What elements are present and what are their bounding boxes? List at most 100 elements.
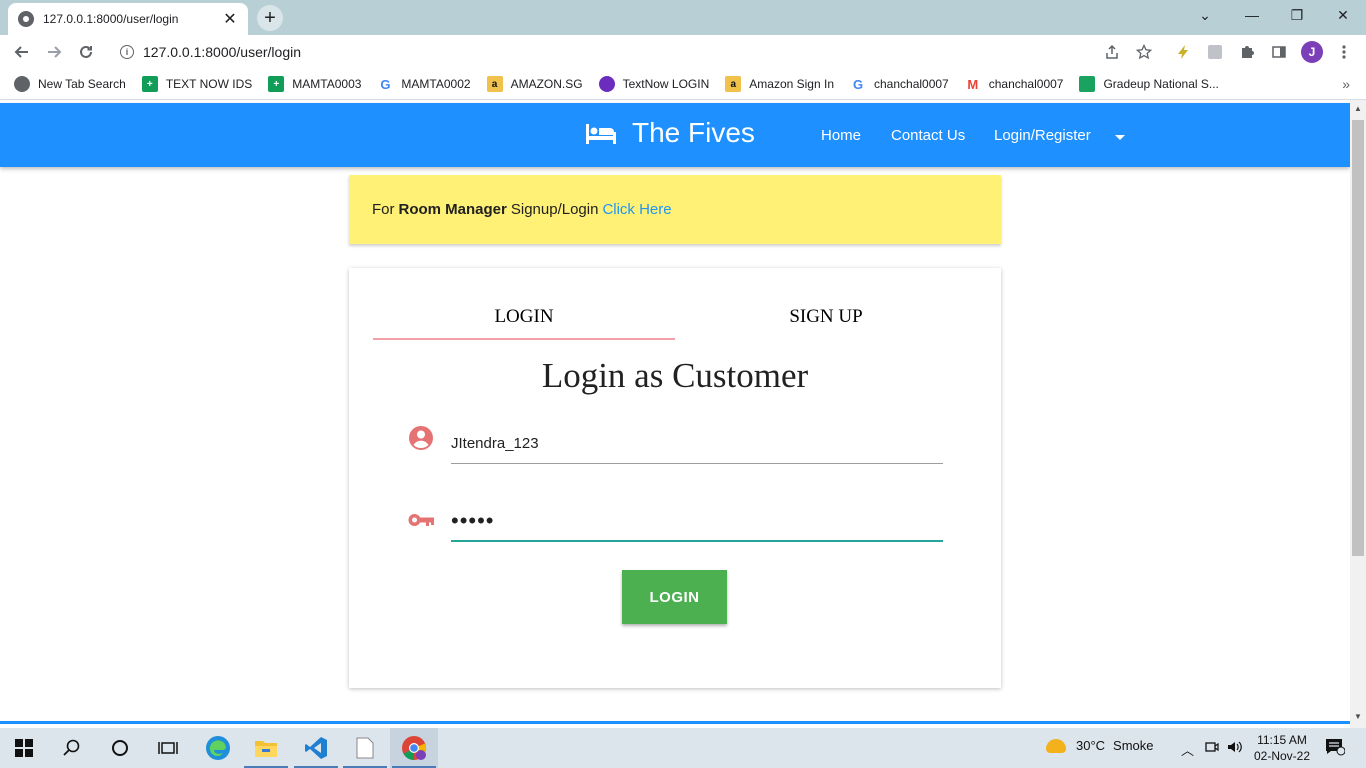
gradeup-icon xyxy=(1079,76,1096,92)
room-manager-notice: For Room Manager Signup/Login Click Here xyxy=(349,175,1001,244)
page-scrollbar[interactable]: ▲ ▼ xyxy=(1350,100,1366,728)
nav-contact-link[interactable]: Contact Us xyxy=(891,127,965,144)
bookmark-item[interactable]: TextNow LOGIN xyxy=(598,76,709,92)
share-icon[interactable] xyxy=(1103,43,1121,61)
search-button[interactable] xyxy=(48,728,96,768)
bookmark-item[interactable]: a Amazon Sign In xyxy=(725,76,834,92)
chrome-icon xyxy=(402,736,426,760)
web-page: The Fives Home Contact Us Login/Register… xyxy=(0,100,1350,724)
bookmark-item[interactable]: a AMAZON.SG xyxy=(486,76,583,92)
edge-app[interactable] xyxy=(194,728,242,768)
login-card: LOGIN SIGN UP Login as Customer LOGIN xyxy=(349,268,1001,688)
browser-toolbar: i 127.0.0.1:8000/user/login xyxy=(0,35,1366,69)
account-circle-icon xyxy=(409,426,433,450)
sheets-icon: + xyxy=(268,76,285,92)
scrollbar-thumb[interactable] xyxy=(1352,120,1364,556)
tab-title: 127.0.0.1:8000/user/login xyxy=(43,12,179,26)
minimize-button[interactable]: — xyxy=(1237,4,1267,26)
extension-bolt-icon[interactable] xyxy=(1174,43,1192,61)
clock-date: 02-Nov-22 xyxy=(1253,749,1311,763)
cortana-button[interactable] xyxy=(96,728,144,768)
page-title: Login as Customer xyxy=(541,356,809,395)
hotel-bed-icon xyxy=(586,124,616,144)
browser-tab[interactable]: 127.0.0.1:8000/user/login ✕ xyxy=(8,3,248,35)
address-bar[interactable]: i 127.0.0.1:8000/user/login xyxy=(108,38,1163,66)
forward-button[interactable] xyxy=(42,40,66,64)
edge-icon xyxy=(206,736,230,760)
close-window-button[interactable]: ✕ xyxy=(1328,4,1358,26)
dropdown-caret-icon[interactable] xyxy=(1115,135,1125,140)
tab-search-icon[interactable]: ⌄ xyxy=(1190,4,1220,26)
arrow-left-icon xyxy=(14,46,28,58)
amazon-icon: a xyxy=(725,76,742,92)
bookmark-item[interactable]: New Tab Search xyxy=(14,76,126,92)
weather-desc: Smoke xyxy=(1113,738,1154,753)
url-text: 127.0.0.1:8000/user/login xyxy=(143,44,302,60)
scroll-down-arrow-icon[interactable]: ▼ xyxy=(1350,712,1366,722)
search-icon xyxy=(63,739,80,756)
vscode-icon xyxy=(305,737,327,759)
extensions-puzzle-icon[interactable] xyxy=(1238,43,1256,61)
textnow-icon xyxy=(598,76,615,92)
tab-login[interactable]: LOGIN xyxy=(373,306,675,328)
globe-icon xyxy=(14,76,30,92)
tab-strip: 127.0.0.1:8000/user/login ✕ + ⌄ — ❐ ✕ xyxy=(0,0,1366,35)
reload-icon xyxy=(80,45,92,58)
notepad-app[interactable] xyxy=(341,728,389,768)
clock-time: 11:15 AM xyxy=(1257,733,1307,747)
bookmark-item[interactable]: + TEXT NOW IDS xyxy=(141,76,252,92)
click-here-link[interactable]: Click Here xyxy=(602,201,671,218)
task-view-icon xyxy=(158,742,178,754)
menu-dots-icon[interactable] xyxy=(1335,43,1353,61)
scroll-up-arrow-icon[interactable]: ▲ xyxy=(1350,104,1366,114)
nav-home-link[interactable]: Home xyxy=(821,127,861,144)
folder-icon xyxy=(255,741,277,757)
windows-taskbar: 30°C Smoke ︿ 11:15 AM 02-Nov-22 xyxy=(0,728,1366,768)
gmail-icon: M xyxy=(967,76,979,92)
volume-icon[interactable] xyxy=(1227,740,1243,757)
restore-button[interactable]: ❐ xyxy=(1282,4,1312,26)
nav-login-register-link[interactable]: Login/Register xyxy=(994,127,1091,144)
side-panel-icon[interactable] xyxy=(1270,43,1288,61)
chevron-up-icon[interactable]: ︿ xyxy=(1181,740,1194,759)
bookmark-item[interactable]: Gradeup National S... xyxy=(1079,76,1219,92)
bookmark-star-icon[interactable] xyxy=(1135,43,1153,61)
bookmarks-overflow-icon[interactable]: » xyxy=(1342,76,1350,92)
bookmark-item[interactable]: G MAMTA0002 xyxy=(377,76,470,92)
info-icon[interactable]: i xyxy=(120,45,134,59)
extension-reader-icon[interactable] xyxy=(1206,43,1224,61)
bookmark-item[interactable]: + MAMTA0003 xyxy=(268,76,361,92)
weather-temp: 30°C xyxy=(1076,738,1106,753)
back-button[interactable] xyxy=(10,40,34,64)
google-icon: G xyxy=(852,76,864,92)
login-button[interactable]: LOGIN xyxy=(622,570,727,624)
brand-logo[interactable]: The Fives xyxy=(586,117,755,149)
weather-widget[interactable]: 30°C Smoke xyxy=(1046,738,1154,753)
password-input[interactable] xyxy=(451,502,943,542)
bookmarks-bar: New Tab Search + TEXT NOW IDS + MAMTA0003 … xyxy=(0,69,1366,100)
new-tab-button[interactable]: + xyxy=(257,5,283,31)
vscode-app[interactable] xyxy=(292,728,340,768)
site-navbar: The Fives Home Contact Us Login/Register xyxy=(0,103,1350,167)
profile-avatar[interactable]: J xyxy=(1301,41,1323,63)
system-clock[interactable]: 11:15 AM 02-Nov-22 xyxy=(1248,732,1316,764)
start-button[interactable] xyxy=(0,728,48,768)
task-view-button[interactable] xyxy=(144,728,192,768)
reload-button[interactable] xyxy=(74,40,98,64)
windows-logo-icon xyxy=(15,739,33,757)
weather-sun-icon xyxy=(1046,738,1066,753)
key-icon xyxy=(408,514,434,526)
chrome-app[interactable] xyxy=(390,728,438,768)
active-tab-indicator xyxy=(373,338,675,340)
arrow-right-icon xyxy=(48,46,62,58)
file-explorer-app[interactable] xyxy=(242,728,290,768)
document-icon xyxy=(356,737,374,759)
tab-signup[interactable]: SIGN UP xyxy=(675,306,977,328)
brand-name: The Fives xyxy=(632,117,755,148)
meet-now-icon[interactable] xyxy=(1205,740,1219,757)
bookmark-item[interactable]: Gchanchal0007 xyxy=(850,76,949,92)
close-tab-icon[interactable]: ✕ xyxy=(222,9,238,29)
bookmark-item[interactable]: Mchanchal0007 xyxy=(965,76,1063,92)
notification-icon[interactable] xyxy=(1325,738,1346,759)
username-input[interactable] xyxy=(451,424,943,464)
